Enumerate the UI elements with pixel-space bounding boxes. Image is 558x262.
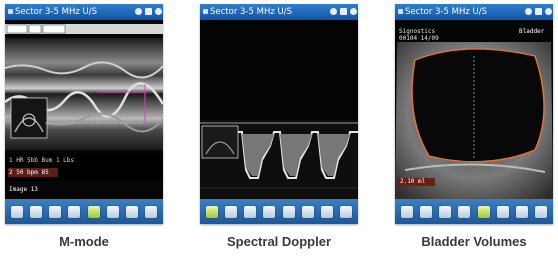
mmode-view[interactable]: 1 HR 5bb Bum 1 Lbs 2 50 bpm 85 Image 13 xyxy=(5,20,163,199)
measure-icon[interactable] xyxy=(244,205,257,218)
gain-icon[interactable] xyxy=(263,205,276,218)
mode-icon[interactable] xyxy=(10,205,23,218)
close-icon[interactable] xyxy=(155,8,162,15)
preset-label: Bladder xyxy=(519,28,545,35)
title-bar: Sector 3-5 MHz U/S xyxy=(395,4,553,20)
bladder-view[interactable]: Signostics 00104 14/09 Bladder 2.10 ml xyxy=(395,20,553,199)
freeze-icon[interactable] xyxy=(477,205,490,218)
windows-icon[interactable] xyxy=(398,9,403,14)
gain-icon[interactable] xyxy=(68,205,81,218)
save-icon[interactable] xyxy=(321,205,334,218)
mode-icon[interactable] xyxy=(205,205,218,218)
caption-doppler: Spectral Doppler xyxy=(226,234,332,249)
device-screen-bladder: Sector 3-5 MHz U/S Signostics 00104 14/0… xyxy=(395,4,553,224)
save-icon[interactable] xyxy=(126,205,139,218)
cine-icon[interactable] xyxy=(419,205,432,218)
freeze-icon[interactable] xyxy=(87,205,100,218)
device-label: Signostics xyxy=(399,28,436,35)
device-screen-mmode: Sector 3-5 MHz U/S 1 HR 5bb Bum 1 Lbs 2 … xyxy=(5,4,163,224)
battery-icon xyxy=(145,8,152,15)
freeze-icon[interactable] xyxy=(282,205,295,218)
zoom-icon[interactable] xyxy=(106,205,119,218)
caption-bladder: Bladder Volumes xyxy=(421,234,527,249)
menu-icon[interactable] xyxy=(340,205,353,218)
bottom-toolbar xyxy=(5,199,163,224)
close-icon[interactable] xyxy=(545,8,552,15)
device-screen-doppler: Sector 3-5 MHz U/S xyxy=(200,4,358,224)
zoom-icon[interactable] xyxy=(496,205,509,218)
caption-mmode: M-mode xyxy=(59,234,109,249)
connection-icon xyxy=(135,8,142,15)
zoom-icon[interactable] xyxy=(301,205,314,218)
title-bar: Sector 3-5 MHz U/S xyxy=(5,4,163,20)
bottom-toolbar xyxy=(395,199,553,224)
connection-icon xyxy=(525,8,532,15)
cine-icon[interactable] xyxy=(29,205,42,218)
measure-icon[interactable] xyxy=(49,205,62,218)
image-counter: Image 13 xyxy=(9,186,38,193)
cine-icon[interactable] xyxy=(224,205,237,218)
battery-icon xyxy=(340,8,347,15)
title-bar: Sector 3-5 MHz U/S xyxy=(200,4,358,20)
gain-icon[interactable] xyxy=(458,205,471,218)
bottom-toolbar xyxy=(200,199,358,224)
preset-title[interactable]: Sector 3-5 MHz U/S xyxy=(405,4,487,20)
menu-icon[interactable] xyxy=(535,205,548,218)
preset-title[interactable]: Sector 3-5 MHz U/S xyxy=(15,4,97,20)
menu-icon[interactable] xyxy=(145,205,158,218)
preset-title[interactable]: Sector 3-5 MHz U/S xyxy=(210,4,292,20)
doppler-view[interactable] xyxy=(200,20,358,199)
battery-icon xyxy=(535,8,542,15)
volume-label: 2.10 ml xyxy=(400,178,426,185)
connection-icon xyxy=(330,8,337,15)
measurement-line-1: 1 HR 5bb Bum 1 Lbs xyxy=(9,157,75,164)
mode-icon[interactable] xyxy=(400,205,413,218)
close-icon[interactable] xyxy=(350,8,357,15)
timestamp: 00104 14/09 xyxy=(399,35,439,42)
measure-icon[interactable] xyxy=(439,205,452,218)
measurement-line-2: 2 50 bpm 85 xyxy=(9,169,49,176)
windows-icon[interactable] xyxy=(203,9,208,14)
save-icon[interactable] xyxy=(516,205,529,218)
windows-icon[interactable] xyxy=(8,9,13,14)
